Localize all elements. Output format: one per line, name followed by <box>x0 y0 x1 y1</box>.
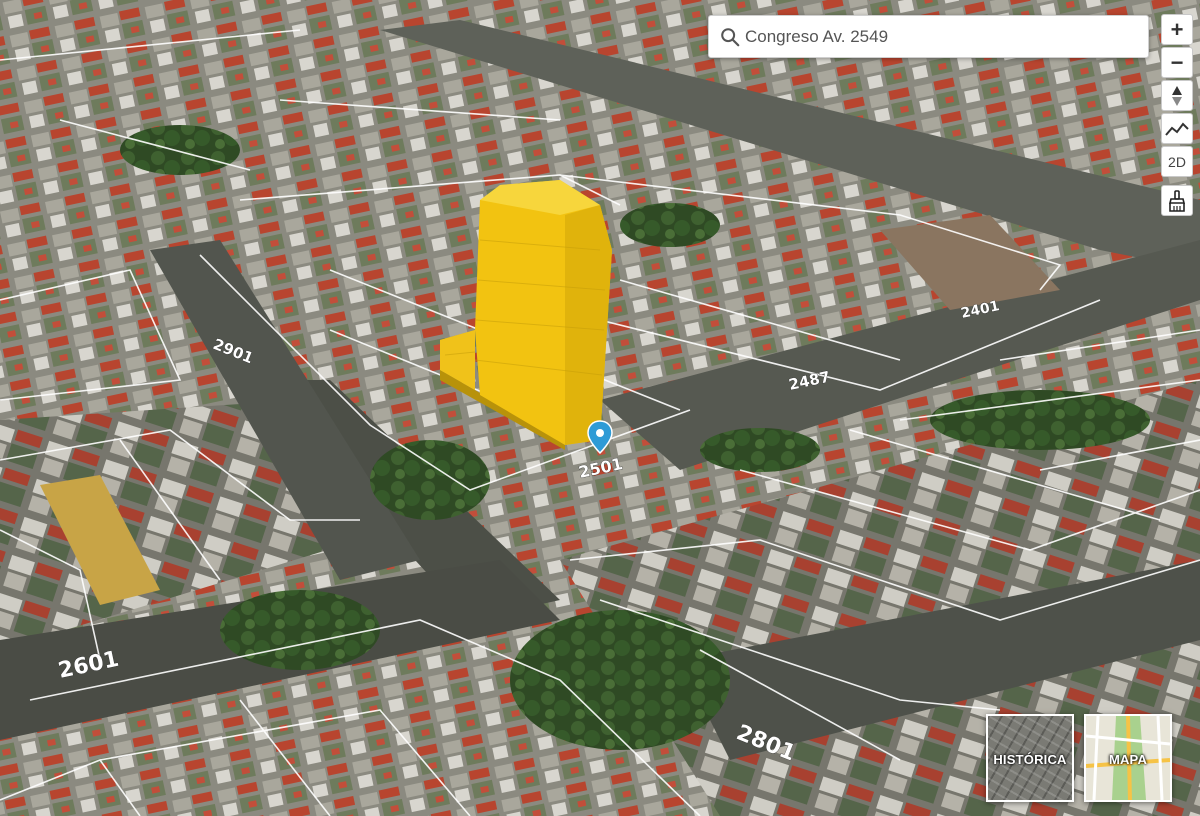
map-3d-view[interactable]: 2901 2401 2487 2501 2601 2801 <box>0 0 1200 816</box>
basemap-historica-button[interactable]: HISTÓRICA <box>986 714 1074 802</box>
tree-cluster <box>700 428 820 472</box>
address-search-box[interactable] <box>708 15 1149 58</box>
toggle-2d-label: 2D <box>1168 153 1186 170</box>
tree-cluster <box>510 610 730 750</box>
map-controls: + − 2D <box>1161 14 1193 216</box>
toggle-2d-button[interactable]: 2D <box>1161 146 1193 177</box>
basemap-mapa-label: MAPA <box>1108 752 1148 767</box>
basemap-historica-label: HISTÓRICA <box>993 752 1067 767</box>
basemap-mapa-button[interactable]: MAPA <box>1084 714 1172 802</box>
zoom-in-button[interactable]: + <box>1161 14 1193 45</box>
line-chart-icon <box>1165 121 1189 136</box>
compass-icon <box>1172 85 1182 106</box>
tree-cluster <box>370 440 490 520</box>
search-input[interactable] <box>745 21 1140 53</box>
clean-brush-button[interactable] <box>1161 185 1193 216</box>
tree-cluster <box>220 590 380 670</box>
tree-cluster <box>120 125 240 175</box>
tree-cluster <box>620 203 720 247</box>
tree-cluster <box>930 390 1150 450</box>
search-icon <box>721 28 740 47</box>
compass-button[interactable] <box>1161 80 1193 111</box>
zoom-out-button[interactable]: − <box>1161 47 1193 78</box>
elevation-profile-button[interactable] <box>1161 113 1193 144</box>
basemap-switcher: HISTÓRICA MAPA <box>986 714 1172 802</box>
brush-icon <box>1168 189 1186 212</box>
